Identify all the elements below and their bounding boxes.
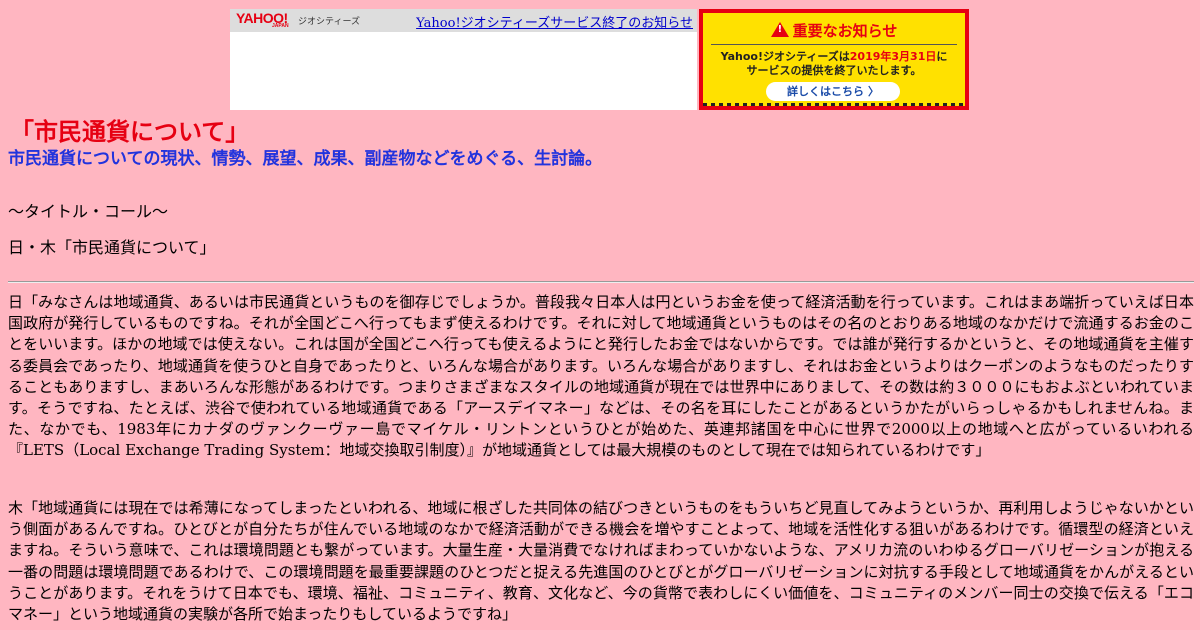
message-prefix: Yahoo!ジオシティーズは — [720, 50, 850, 63]
hazard-stripe — [703, 103, 965, 106]
yahoo-japan-logo[interactable]: YAHOO! JAPAN — [236, 11, 289, 29]
horizontal-rule — [8, 281, 1194, 283]
warning-icon — [770, 22, 789, 37]
page-title: 「市民通貨について」 — [10, 118, 250, 146]
logo-subtext: JAPAN — [272, 23, 289, 29]
important-heading-text: 重要なお知らせ — [792, 22, 898, 40]
dialogue-paragraph-ki: 木「地域通貨には現在では希薄になってしまったといわれる、地域に根ざした共同体の結… — [8, 499, 1194, 624]
important-notice-inner: 重要なお知らせ Yahoo!ジオシティーズは2019年3月31日に サービスの提… — [703, 13, 965, 106]
important-notice-box: 重要なお知らせ Yahoo!ジオシティーズは2019年3月31日に サービスの提… — [699, 9, 969, 110]
message-mid: に — [936, 50, 948, 63]
speakers-line: 日・木「市民通貨について」 — [8, 238, 216, 257]
details-button[interactable]: 詳しくはこちら〉 — [766, 82, 900, 101]
service-end-notice-link[interactable]: Yahoo!ジオシティーズサービス終了のお知らせ — [416, 12, 693, 31]
details-button-label: 詳しくはこちら — [787, 85, 864, 98]
banner-left-panel: YAHOO! JAPAN ジオシティーズ Yahoo!ジオシティーズサービス終了… — [230, 9, 697, 110]
banner-header-bar: YAHOO! JAPAN ジオシティーズ Yahoo!ジオシティーズサービス終了… — [230, 9, 697, 32]
geocities-banner: YAHOO! JAPAN ジオシティーズ Yahoo!ジオシティーズサービス終了… — [230, 9, 970, 110]
important-notice-message: Yahoo!ジオシティーズは2019年3月31日に サービスの提供を終了いたしま… — [703, 50, 965, 78]
message-line2: サービスの提供を終了いたします。 — [746, 64, 922, 77]
message-date: 2019年3月31日 — [849, 50, 937, 63]
dialogue-paragraph-hi: 日「みなさんは地域通貨、あるいは市民通貨というものを御存じでしょうか。普段我々日… — [8, 293, 1194, 460]
service-label: ジオシティーズ — [298, 17, 361, 27]
important-notice-heading: 重要なお知らせ — [703, 20, 965, 41]
title-call: ～タイトル・コール～ — [8, 202, 169, 221]
page-subtitle: 市民通貨についての現状、情勢、展望、成果、副産物などをめぐる、生討論。 — [8, 149, 603, 169]
notice-divider — [711, 44, 957, 45]
chevron-right-icon: 〉 — [868, 85, 879, 98]
